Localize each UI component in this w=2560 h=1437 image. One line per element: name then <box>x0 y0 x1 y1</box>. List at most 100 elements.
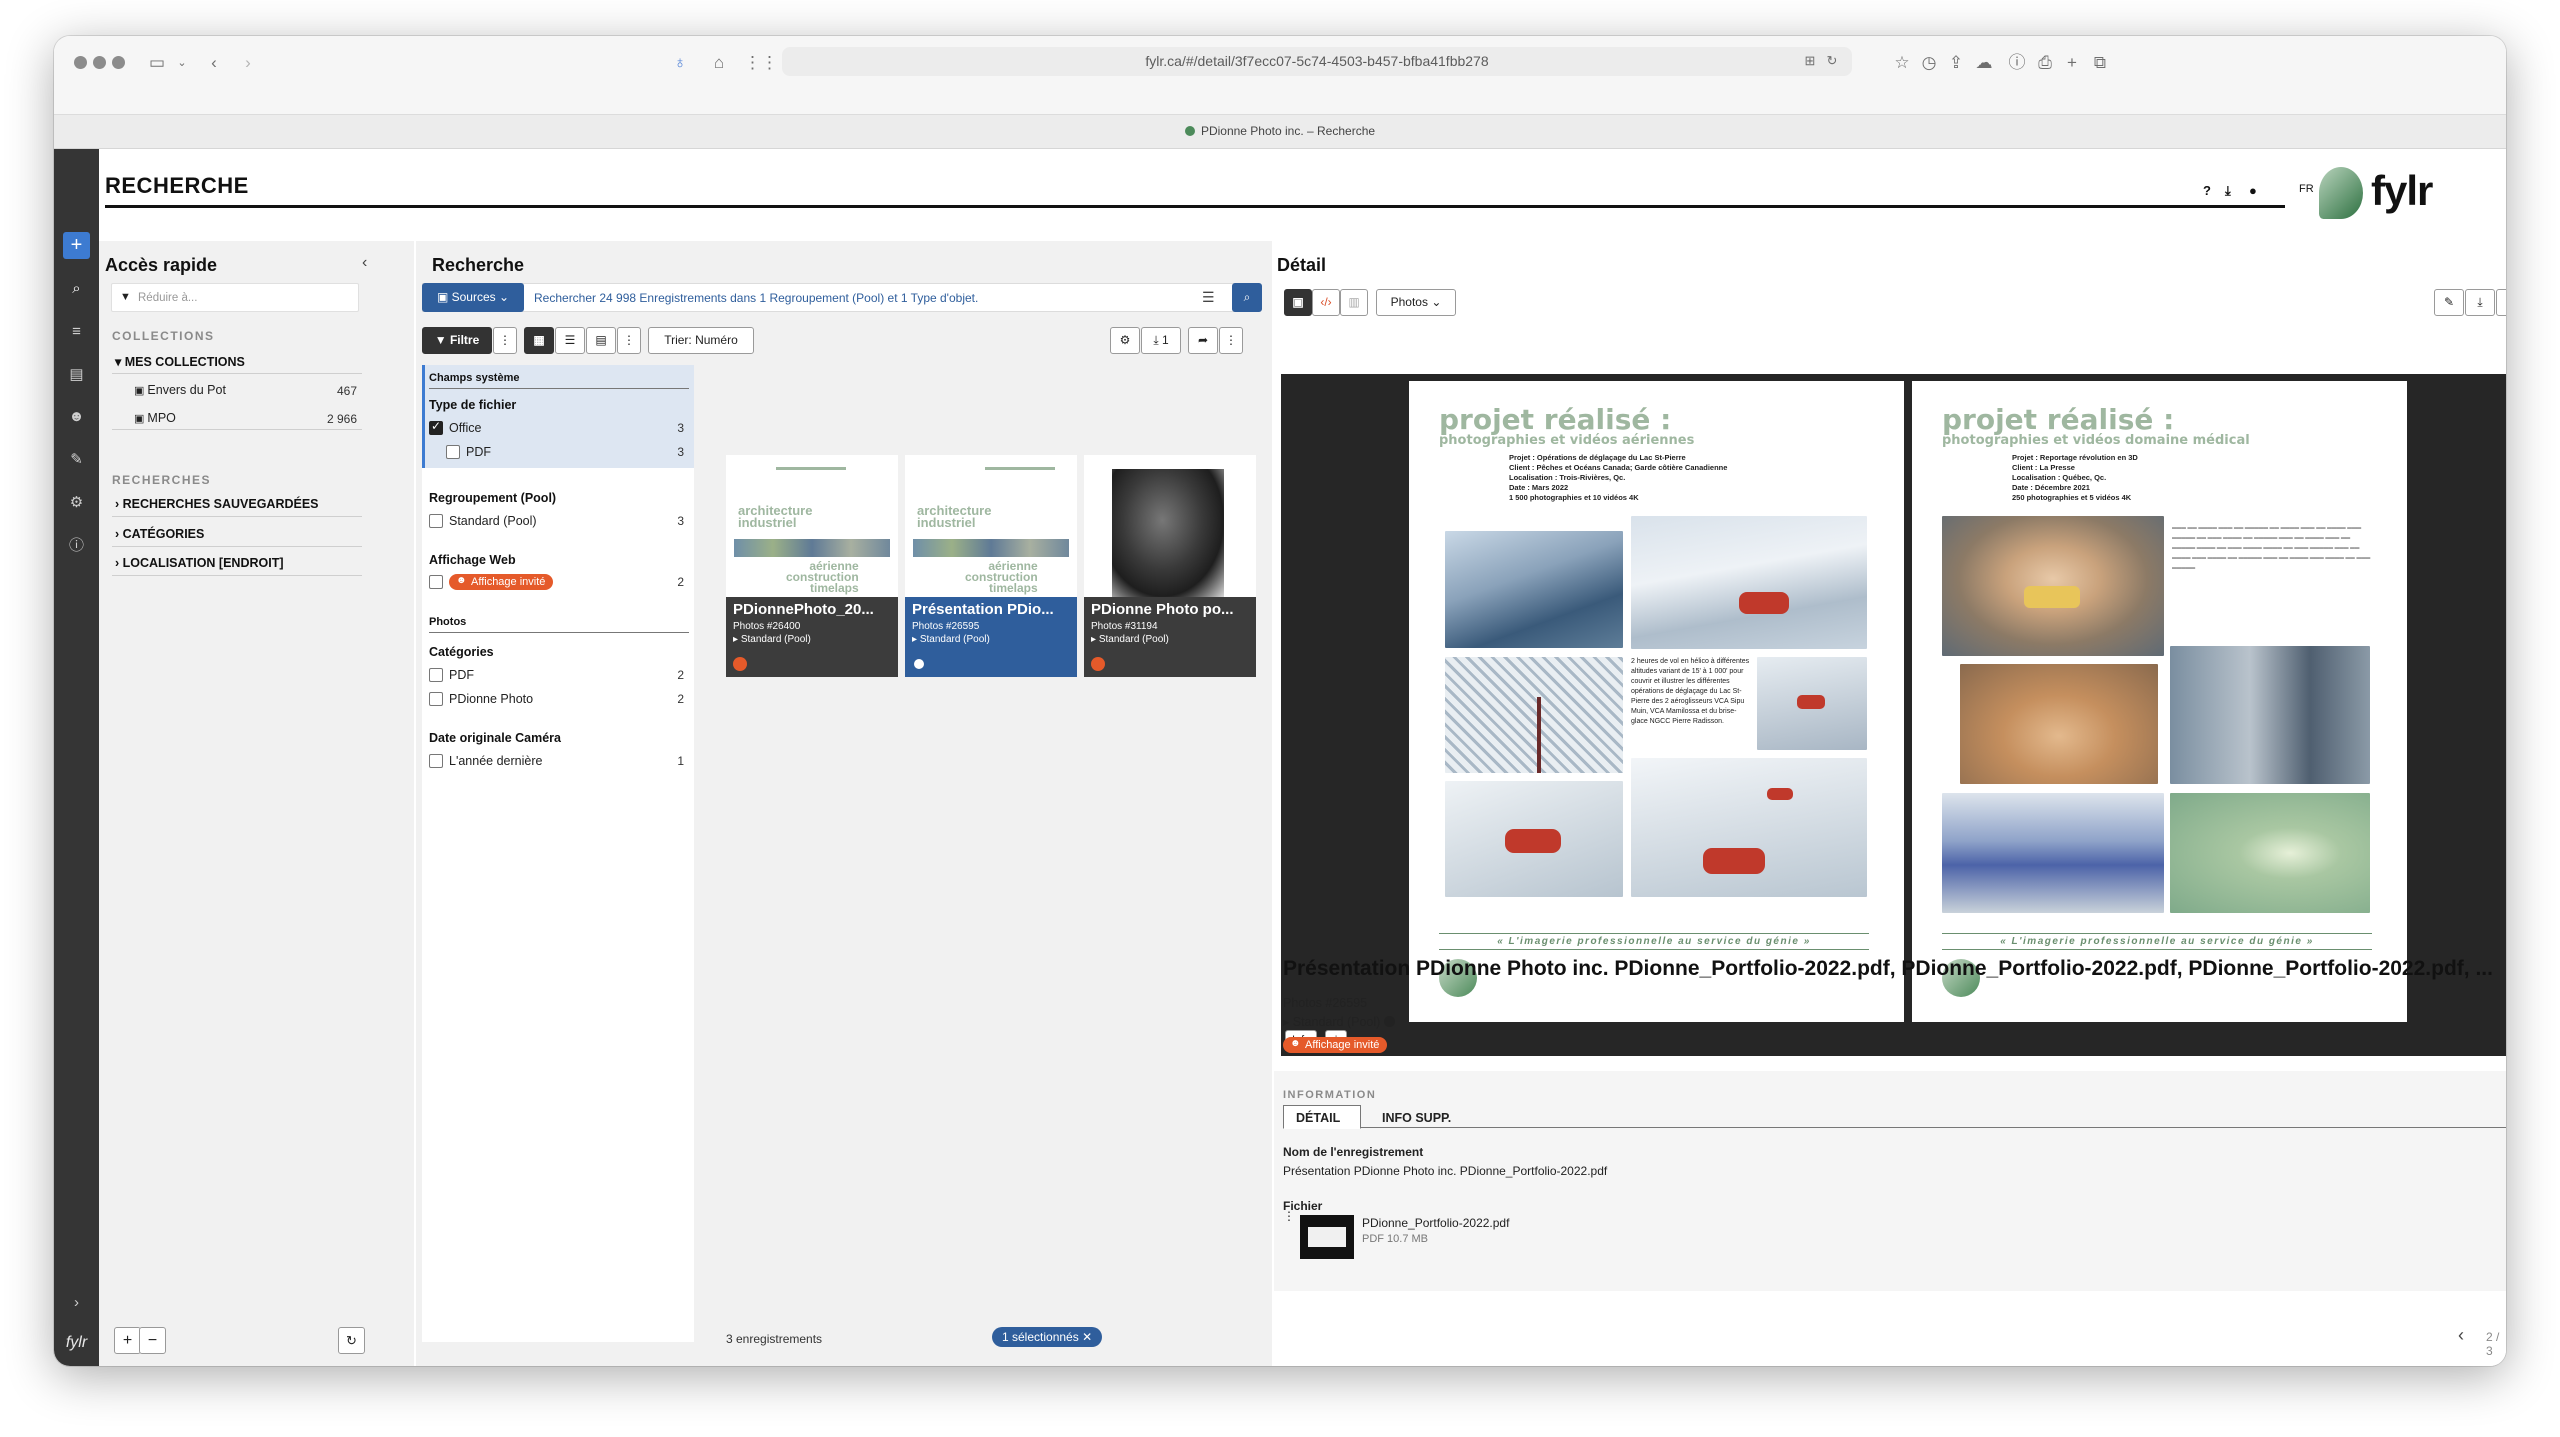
folder-icon[interactable]: ▤ <box>63 361 90 388</box>
minimize-window-button[interactable] <box>93 56 106 69</box>
share-icon[interactable]: ⇪ <box>1944 51 1968 75</box>
last-year-checkbox[interactable] <box>429 754 443 768</box>
image-view-button[interactable]: ▣ <box>1284 289 1312 316</box>
list-view-button[interactable]: ☰ <box>555 327 585 354</box>
page-tagline: « L'imagerie professionnelle au service … <box>1439 933 1869 950</box>
result-card[interactable]: architecture industriel aérienne construct… <box>726 455 898 677</box>
language-switch[interactable]: FR <box>2299 183 2314 195</box>
download-button[interactable]: ⤓ 1 <box>1141 327 1181 354</box>
back-icon[interactable]: ‹ <box>202 51 226 75</box>
saved-searches-toggle[interactable]: › RECHERCHES SAUVEGARDÉES <box>115 497 319 511</box>
history-icon[interactable]: ◷ <box>1917 51 1941 75</box>
address-bar[interactable]: fylr.ca/#/detail/3f7ecc07-5c74-4503-b457… <box>782 47 1852 76</box>
tools-icon[interactable]: ✎ <box>63 446 90 473</box>
maximize-window-button[interactable] <box>112 56 125 69</box>
search-submit-button[interactable]: ⌕ <box>1232 283 1262 312</box>
categories-toggle[interactable]: › CATÉGORIES <box>115 527 204 541</box>
file-name[interactable]: PDionne_Portfolio-2022.pdf <box>1362 1216 1509 1230</box>
location-toggle[interactable]: › LOCALISATION [ENDROIT] <box>115 556 284 570</box>
quick-access-panel: Accès rapide ‹ ▼ Réduire à... COLLECTION… <box>99 241 414 1366</box>
prev-record-icon[interactable]: ‹ <box>2458 1325 2464 1346</box>
result-thumbnail: architecture industriel aérienne construct… <box>905 455 1077 597</box>
pool-info-icon[interactable] <box>1383 1016 1395 1027</box>
thumbnail-text-2: aérienne construction timelaps <box>965 559 1038 595</box>
search-settings-icon[interactable]: ☰ <box>1202 289 1215 306</box>
table-view-button[interactable]: ▤ <box>586 327 616 354</box>
meta-line: Client : La Presse <box>2012 463 2075 472</box>
user-icon[interactable]: ● <box>2249 183 2257 198</box>
category-pdionne-checkbox[interactable] <box>429 692 443 706</box>
reload-icon[interactable]: ↻ <box>1820 49 1844 73</box>
help-icon[interactable]: ? <box>2203 183 2211 198</box>
chevron-down-icon[interactable]: ⌄ <box>170 51 194 75</box>
sources-dropdown[interactable]: ▣ Sources ⌄ <box>422 283 524 312</box>
fullscreen-button[interactable]: ⤧ <box>2496 289 2506 316</box>
add-collection-button[interactable]: + <box>114 1327 141 1354</box>
cloud-icon[interactable]: ☁ <box>1972 51 1996 75</box>
code-view-button[interactable]: ‹/› <box>1312 289 1340 316</box>
more-button[interactable]: ⋮ <box>1219 327 1243 354</box>
file-thumbnail[interactable] <box>1300 1215 1354 1259</box>
tabs-overview-icon[interactable]: ⧉ <box>2088 51 2112 75</box>
record-pool[interactable]: ▸ Standard (Pool) <box>1283 1014 1395 1029</box>
grid-icon[interactable]: ⋮⋮ <box>744 51 778 75</box>
filter-more-button[interactable]: ⋮ <box>493 327 517 354</box>
collection-item-mpo[interactable]: ▣ MPO <box>134 411 176 425</box>
aerial-photo-6 <box>1631 758 1867 897</box>
sidebar-toggle-icon[interactable]: ▭ <box>145 51 169 75</box>
settings-button[interactable]: ⚙ <box>1110 327 1140 354</box>
download-button[interactable]: ⤓ <box>2465 289 2495 316</box>
settings-icon[interactable]: ⚙ <box>63 489 90 516</box>
translate-icon[interactable]: ⊞ <box>1798 49 1822 73</box>
close-window-button[interactable] <box>74 56 87 69</box>
extension-icon[interactable]: ♁ <box>668 51 692 75</box>
result-title: PDionne Photo po... <box>1091 601 1234 618</box>
search-input[interactable]: Rechercher 24 998 Enregistrements dans 1… <box>534 291 1154 305</box>
list-icon[interactable]: ≡ <box>63 318 90 345</box>
collection-item-envers[interactable]: ▣ Envers du Pot <box>134 383 226 397</box>
refresh-button[interactable]: ↻ <box>338 1327 365 1354</box>
pool-checkbox[interactable] <box>429 514 443 528</box>
result-card-selected[interactable]: architecture industriel aérienne construct… <box>905 455 1077 677</box>
record-title: Présentation PDionne Photo inc. PDionne_… <box>1283 957 2493 980</box>
add-icon[interactable]: + <box>63 232 90 259</box>
new-tab-icon[interactable]: + <box>2060 51 2084 75</box>
home-icon[interactable]: ⌂ <box>707 51 731 75</box>
pdf-checkbox[interactable] <box>446 445 460 459</box>
pool-label: Standard (Pool) <box>449 514 537 528</box>
info-circle-icon[interactable]: ⓘ <box>63 532 90 559</box>
browser-tab[interactable]: PDionne Photo inc. – Recherche <box>54 114 2506 149</box>
result-card[interactable]: PDionne Photo po... Photos #31194 ▸ Stan… <box>1084 455 1256 677</box>
info-icon[interactable]: ⓘ <box>2005 51 2029 75</box>
document-viewer[interactable]: projet réalisé : photographies et vidéos… <box>1281 374 2506 1056</box>
star-icon[interactable]: ☆ <box>1890 51 1914 75</box>
fylr-logo-leaf <box>2319 167 2363 219</box>
web-display-checkbox[interactable] <box>429 575 443 589</box>
print-icon[interactable]: ⎙ <box>2033 51 2057 75</box>
remove-collection-button[interactable]: − <box>139 1327 166 1354</box>
my-collections-toggle[interactable]: ▾ MES COLLECTIONS <box>115 354 245 369</box>
forward-icon[interactable]: › <box>236 51 260 75</box>
filter-button[interactable]: ▼ Filtre <box>422 327 492 354</box>
text-view-button[interactable]: ▥ <box>1340 289 1368 316</box>
tab-info-supp[interactable]: INFO SUPP. <box>1382 1111 1451 1125</box>
selection-badge[interactable]: 1 sélectionnés ✕ <box>992 1327 1103 1347</box>
quick-filter-input[interactable]: ▼ Réduire à... <box>111 283 359 312</box>
share-button[interactable]: ➦ <box>1188 327 1218 354</box>
file-menu-icon[interactable]: ⋮ <box>1283 1209 1295 1223</box>
category-pdf-checkbox[interactable] <box>429 668 443 682</box>
edit-button[interactable]: ✎ <box>2434 289 2464 316</box>
mask-dropdown[interactable]: Photos ⌄ <box>1376 289 1456 316</box>
expand-rail-icon[interactable]: › <box>63 1289 90 1316</box>
grid-view-button[interactable]: ▦ <box>524 327 554 354</box>
collection-count: 467 <box>336 384 357 398</box>
pdf-count: 3 <box>677 445 684 459</box>
sort-button[interactable]: Trier: Numéro <box>648 327 754 354</box>
clear-selection-icon[interactable]: ✕ <box>1082 1330 1092 1344</box>
search-icon[interactable]: ⌕ <box>63 275 90 302</box>
collapse-panel-icon[interactable]: ‹ <box>362 254 367 272</box>
users-icon[interactable]: ☻ <box>63 403 90 430</box>
result-pool: ▸ Standard (Pool) <box>1091 634 1169 645</box>
view-more-button[interactable]: ⋮ <box>617 327 641 354</box>
download-icon[interactable]: ⤓ <box>2225 183 2231 199</box>
